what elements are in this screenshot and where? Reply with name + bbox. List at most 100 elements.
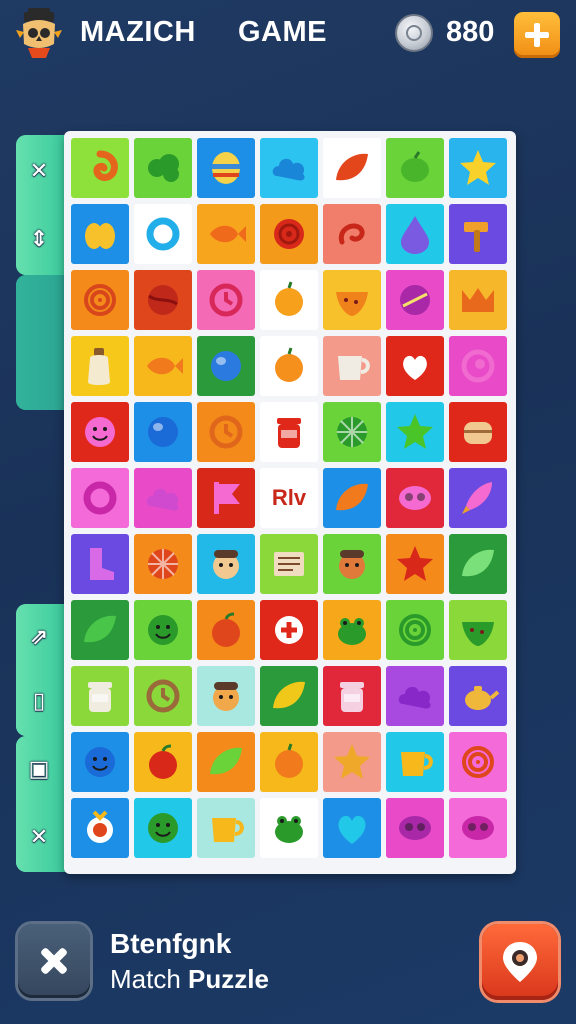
tile-heart[interactable] bbox=[323, 798, 381, 858]
flag-icon bbox=[214, 482, 240, 514]
mask-icon bbox=[399, 816, 431, 840]
tile-spiral[interactable] bbox=[449, 732, 507, 792]
tile-wheel[interactable] bbox=[323, 402, 381, 462]
tile-face[interactable] bbox=[323, 534, 381, 594]
close-button[interactable] bbox=[18, 924, 90, 998]
tile-leaf[interactable] bbox=[197, 732, 255, 792]
tile-hammer[interactable] bbox=[449, 204, 507, 264]
tile-globe[interactable] bbox=[134, 402, 192, 462]
silver-coin-icon bbox=[395, 14, 433, 52]
tile-smile[interactable] bbox=[134, 600, 192, 660]
tile-fish[interactable] bbox=[134, 336, 192, 396]
tile-jar[interactable] bbox=[323, 666, 381, 726]
tile-plate[interactable] bbox=[386, 270, 444, 330]
hint-button[interactable] bbox=[482, 924, 558, 1000]
tile-jar[interactable] bbox=[71, 666, 129, 726]
tile-rocket[interactable] bbox=[449, 468, 507, 528]
tile-leaf[interactable] bbox=[323, 138, 381, 198]
ring-icon bbox=[146, 217, 180, 251]
location-pin-icon bbox=[503, 942, 537, 982]
top-bar: MAZICH GAME 880 bbox=[0, 0, 576, 70]
tile-book[interactable] bbox=[260, 534, 318, 594]
tile-clock[interactable] bbox=[197, 402, 255, 462]
tile-leaf[interactable] bbox=[71, 600, 129, 660]
tile-smile[interactable] bbox=[71, 732, 129, 792]
side-button-swap[interactable]: ⇕ bbox=[16, 208, 62, 270]
tile-apple[interactable] bbox=[197, 600, 255, 660]
side-button-close[interactable]: ✕ bbox=[16, 140, 62, 202]
tile-ring[interactable] bbox=[71, 468, 129, 528]
tile-fish[interactable] bbox=[197, 204, 255, 264]
tile-leaf[interactable] bbox=[260, 666, 318, 726]
tile-lemon[interactable] bbox=[386, 138, 444, 198]
tile-barrel[interactable] bbox=[449, 402, 507, 462]
tile-mask[interactable] bbox=[449, 798, 507, 858]
tile-cloud[interactable] bbox=[386, 666, 444, 726]
tile-ball[interactable] bbox=[134, 270, 192, 330]
tile-apple[interactable] bbox=[134, 732, 192, 792]
tile-easter-egg[interactable] bbox=[197, 138, 255, 198]
tile-cup[interactable] bbox=[323, 336, 381, 396]
tile-smile[interactable] bbox=[71, 402, 129, 462]
tile-bush[interactable] bbox=[134, 138, 192, 198]
cloud-icon bbox=[398, 686, 431, 709]
tile-bottle[interactable] bbox=[71, 336, 129, 396]
tile-swirl[interactable] bbox=[71, 138, 129, 198]
tile-rose[interactable] bbox=[260, 204, 318, 264]
tile-spiral[interactable] bbox=[71, 270, 129, 330]
plate-icon bbox=[400, 285, 430, 315]
tile-star[interactable] bbox=[323, 732, 381, 792]
tile-jar[interactable] bbox=[260, 402, 318, 462]
tile-frog[interactable] bbox=[260, 798, 318, 858]
tile-face[interactable] bbox=[197, 534, 255, 594]
tile-curl[interactable] bbox=[323, 204, 381, 264]
tile-star[interactable] bbox=[386, 402, 444, 462]
side-button-arrow[interactable]: ⇗ bbox=[16, 606, 62, 668]
tile-melon[interactable] bbox=[449, 600, 507, 660]
tile-clock[interactable] bbox=[197, 270, 255, 330]
tile-teapot[interactable] bbox=[449, 666, 507, 726]
smile-icon bbox=[85, 417, 115, 447]
tile-heart-bubble[interactable] bbox=[386, 336, 444, 396]
tile-ring[interactable] bbox=[134, 204, 192, 264]
tile-shell[interactable] bbox=[449, 336, 507, 396]
tile-boot[interactable] bbox=[71, 534, 129, 594]
tile-text[interactable]: Rlv bbox=[260, 468, 318, 528]
side-button-menu[interactable]: ▣ bbox=[16, 738, 62, 800]
tile-globe[interactable] bbox=[197, 336, 255, 396]
tile-cup[interactable] bbox=[386, 732, 444, 792]
swirl-icon bbox=[93, 150, 118, 181]
tile-star[interactable] bbox=[449, 138, 507, 198]
tile-crown[interactable] bbox=[449, 270, 507, 330]
tile-melon[interactable] bbox=[323, 270, 381, 330]
tile-orange[interactable] bbox=[260, 336, 318, 396]
star-icon bbox=[334, 744, 370, 779]
tile-frog[interactable] bbox=[323, 600, 381, 660]
tile-leaf[interactable] bbox=[323, 468, 381, 528]
tile-drop[interactable] bbox=[386, 204, 444, 264]
tile-cup[interactable] bbox=[197, 798, 255, 858]
tile-smile[interactable] bbox=[134, 798, 192, 858]
tile-clock[interactable] bbox=[134, 666, 192, 726]
add-coins-button[interactable] bbox=[514, 12, 560, 58]
tile-fruit[interactable] bbox=[71, 204, 129, 264]
tile-wheel[interactable] bbox=[134, 534, 192, 594]
tile-cloud[interactable] bbox=[134, 468, 192, 528]
drop-icon bbox=[401, 216, 429, 254]
tile-mask[interactable] bbox=[386, 798, 444, 858]
tile-bone[interactable] bbox=[260, 600, 318, 660]
tile-mask[interactable] bbox=[386, 468, 444, 528]
tile-orange[interactable] bbox=[260, 270, 318, 330]
tile-star[interactable] bbox=[386, 534, 444, 594]
tile-medal[interactable] bbox=[71, 798, 129, 858]
tile-leaf[interactable] bbox=[449, 534, 507, 594]
frog-icon bbox=[338, 618, 366, 645]
side-button-exit[interactable]: ✕ bbox=[16, 806, 62, 868]
tile-flag[interactable] bbox=[197, 468, 255, 528]
side-button-pause[interactable]: ▯ bbox=[16, 670, 62, 732]
tile-face[interactable] bbox=[197, 666, 255, 726]
cloud-icon bbox=[146, 488, 179, 511]
tile-spiral[interactable] bbox=[386, 600, 444, 660]
tile-cloud[interactable] bbox=[260, 138, 318, 198]
tile-orange[interactable] bbox=[260, 732, 318, 792]
